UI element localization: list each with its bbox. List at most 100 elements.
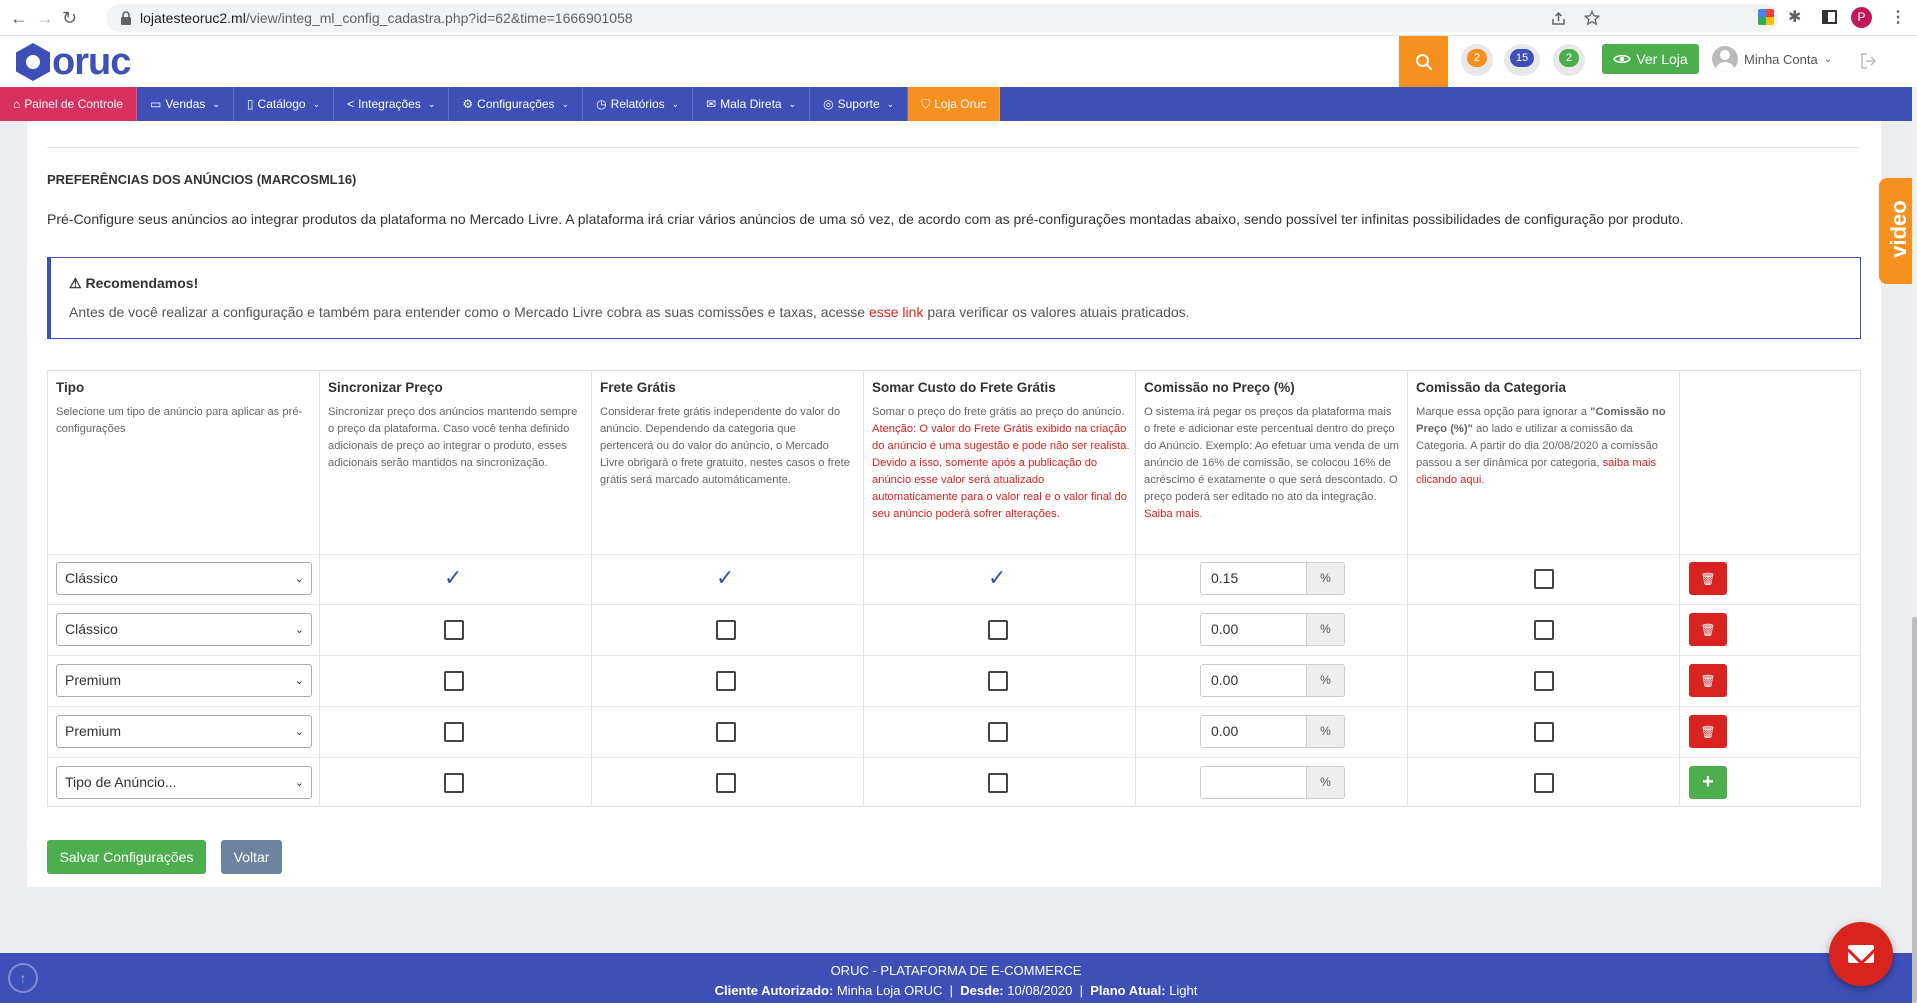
tipo-select[interactable]: Premium ⌄	[56, 715, 312, 748]
divider	[47, 147, 1861, 148]
scrollbar-thumb[interactable]	[1912, 617, 1917, 1003]
search-button[interactable]	[1399, 36, 1448, 87]
chevron-down-icon: ⌄	[212, 98, 220, 109]
column-header: Comissão no Preço (%)	[1144, 380, 1295, 395]
frete-checkbox[interactable]	[716, 620, 736, 640]
sync-checkbox[interactable]	[444, 620, 464, 640]
somar-checkbox[interactable]	[988, 671, 1008, 691]
delete-button[interactable]: 🗑	[1689, 715, 1727, 748]
footer-label: Desde:	[960, 983, 1004, 998]
home-icon: ⌂	[13, 97, 21, 111]
forward-icon[interactable]: →	[36, 8, 54, 28]
categoria-checkbox[interactable]	[1534, 569, 1554, 589]
extension-icon[interactable]	[1758, 9, 1774, 25]
tipo-value: Tipo de Anúncio...	[65, 774, 177, 790]
alert-link[interactable]: esse link	[869, 304, 923, 320]
categoria-checkbox[interactable]	[1534, 620, 1554, 640]
somar-checkbox[interactable]	[988, 722, 1008, 742]
save-button[interactable]: Salvar Configurações	[47, 840, 206, 874]
tipo-value: Clássico	[65, 570, 118, 586]
delete-button[interactable]: 🗑	[1689, 613, 1727, 646]
somar-checkbox[interactable]	[988, 773, 1008, 793]
nav-integracoes[interactable]: < Integrações ⌄	[334, 87, 450, 121]
add-row-button[interactable]: +	[1689, 766, 1727, 799]
browser-menu-icon[interactable]: ⋮	[1890, 9, 1906, 27]
checkmark-icon[interactable]: ✓	[716, 567, 734, 589]
nav-vendas[interactable]: ▭ Vendas ⌄	[137, 87, 234, 121]
contact-mail-button[interactable]	[1829, 922, 1893, 986]
tipo-select[interactable]: Clássico ⌄	[56, 613, 312, 646]
content-card: PREFERÊNCIAS DOS ANÚNCIOS (MARCOSML16) P…	[27, 121, 1881, 887]
nav-relatorios[interactable]: ◷ Relatórios ⌄	[583, 87, 694, 121]
nav-mala-direta[interactable]: ✉ Mala Direta ⌄	[693, 87, 811, 121]
sync-checkbox[interactable]	[444, 722, 464, 742]
trash-icon: 🗑	[1700, 622, 1716, 637]
back-button[interactable]: Voltar	[221, 840, 282, 874]
tipo-select[interactable]: Tipo de Anúncio... ⌄	[56, 766, 312, 799]
ver-loja-button[interactable]: Ver Loja	[1602, 44, 1699, 74]
percent-addon: %	[1307, 664, 1345, 697]
alert-text: Antes de você realizar a configuração e …	[69, 304, 869, 320]
saiba-mais-link[interactable]: Saiba mais.	[1144, 508, 1202, 520]
frete-checkbox[interactable]	[716, 722, 736, 742]
frete-checkbox[interactable]	[716, 671, 736, 691]
reload-icon[interactable]: ↻	[62, 8, 77, 28]
lifebuoy-icon: ◎	[823, 97, 834, 111]
sidebar-toggle-icon[interactable]	[1822, 10, 1837, 24]
logout-icon[interactable]	[1860, 52, 1878, 70]
somar-checkbox[interactable]	[988, 620, 1008, 640]
checkmark-icon[interactable]: ✓	[988, 567, 1006, 589]
notification-badge: 2	[1559, 49, 1579, 67]
delete-button[interactable]: 🗑	[1689, 562, 1727, 595]
delete-button[interactable]: 🗑	[1689, 664, 1727, 697]
categoria-checkbox[interactable]	[1534, 773, 1554, 793]
footer-value: 10/08/2020	[1007, 983, 1073, 998]
tipo-value: Clássico	[65, 621, 118, 637]
eye-icon	[1613, 54, 1632, 64]
notification-orders[interactable]: 2	[1461, 44, 1493, 76]
categoria-checkbox[interactable]	[1534, 722, 1554, 742]
notification-messages[interactable]: 15	[1504, 44, 1540, 76]
sync-checkbox[interactable]	[444, 671, 464, 691]
footer-separator: |	[1079, 983, 1083, 998]
notification-cart[interactable]: 2	[1553, 44, 1585, 76]
nav-label: Mala Direta	[720, 97, 782, 111]
column-header: Somar Custo do Frete Grátis	[872, 380, 1056, 395]
scroll-top-button[interactable]: ↑	[8, 963, 38, 993]
clock-icon: ◷	[596, 97, 607, 111]
comissao-input[interactable]: 0.15	[1200, 562, 1307, 595]
account-menu[interactable]: Minha Conta ⌄	[1712, 46, 1832, 72]
comissao-input[interactable]	[1200, 766, 1307, 799]
address-bar[interactable]: lojatesteoruc2.ml/view/integ_ml_config_c…	[106, 4, 1778, 32]
footer-separator: |	[949, 983, 954, 998]
bookmark-star-icon[interactable]	[1584, 10, 1600, 26]
nav-catalogo[interactable]: ▯ Catálogo ⌄	[234, 87, 335, 121]
checkmark-icon[interactable]: ✓	[444, 567, 462, 589]
column-description: O sistema irá pegar os preços da platafo…	[1144, 406, 1399, 503]
trash-icon: 🗑	[1700, 673, 1716, 688]
column-header: Frete Grátis	[600, 380, 676, 395]
comissao-input[interactable]: 0.00	[1200, 613, 1307, 646]
tipo-select[interactable]: Premium ⌄	[56, 664, 312, 697]
column-warning: Atenção: O valor do Frete Grátis exibido…	[872, 423, 1130, 520]
nav-configuracoes[interactable]: ⚙ Configurações ⌄	[449, 87, 584, 121]
alert-body: Antes de você realizar a configuração e …	[69, 304, 1190, 320]
frete-checkbox[interactable]	[716, 773, 736, 793]
nav-suporte[interactable]: ◎ Suporte ⌄	[810, 87, 909, 121]
back-icon[interactable]: ←	[10, 8, 28, 28]
comissao-input[interactable]: 0.00	[1200, 664, 1307, 697]
sync-checkbox[interactable]	[444, 773, 464, 793]
column-header: Comissão da Categoria	[1416, 380, 1567, 395]
share-icon[interactable]	[1551, 11, 1566, 26]
puzzle-icon[interactable]: ✱	[1788, 9, 1801, 27]
categoria-checkbox[interactable]	[1534, 671, 1554, 691]
page-scrollbar[interactable]	[1912, 87, 1917, 1003]
tipo-select[interactable]: Clássico ⌄	[56, 562, 312, 595]
nav-painel[interactable]: ⌂ Painel de Controle	[0, 87, 137, 121]
chevron-down-icon: ⌄	[312, 98, 321, 109]
nav-loja-oruc[interactable]: ⛉ Loja Oruc	[908, 87, 1001, 121]
chevron-down-icon: ⌄	[294, 573, 304, 585]
comissao-input[interactable]: 0.00	[1200, 715, 1307, 748]
oruc-logo[interactable]: oruc	[16, 41, 131, 83]
profile-avatar[interactable]: P	[1851, 7, 1872, 28]
